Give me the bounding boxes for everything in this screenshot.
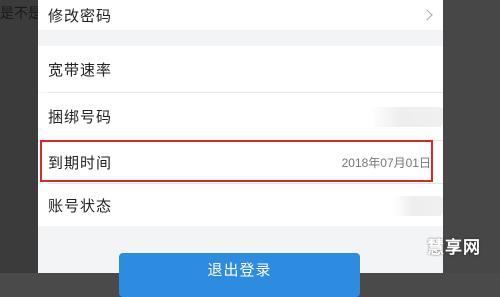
logout-button[interactable]: 退出登录 — [119, 253, 360, 297]
change-password-label: 修改密码 — [48, 6, 113, 25]
bound-number-row: 捆绑号码 — [38, 93, 443, 140]
account-status-label: 账号状态 — [48, 196, 113, 215]
change-password-row[interactable]: 修改密码 — [38, 0, 443, 30]
background-left: 是不是 — [0, 0, 38, 273]
account-status-row: 账号状态 — [38, 184, 443, 226]
highlight-box — [40, 140, 433, 182]
redacted-value — [393, 196, 443, 216]
bound-number-label: 捆绑号码 — [48, 108, 113, 126]
account-settings-panel: 修改密码 宽带速率 捆绑号码 到期时间 2018年07月01日 账号状态 — [38, 0, 443, 273]
bandwidth-label: 宽带速率 — [48, 60, 113, 79]
redacted-value — [371, 107, 443, 127]
chevron-right-icon — [421, 9, 433, 21]
background-text-fragment: 是不是 — [0, 6, 38, 22]
bandwidth-row: 宽带速率 — [38, 46, 443, 92]
watermark: 慧享网 — [427, 238, 481, 258]
